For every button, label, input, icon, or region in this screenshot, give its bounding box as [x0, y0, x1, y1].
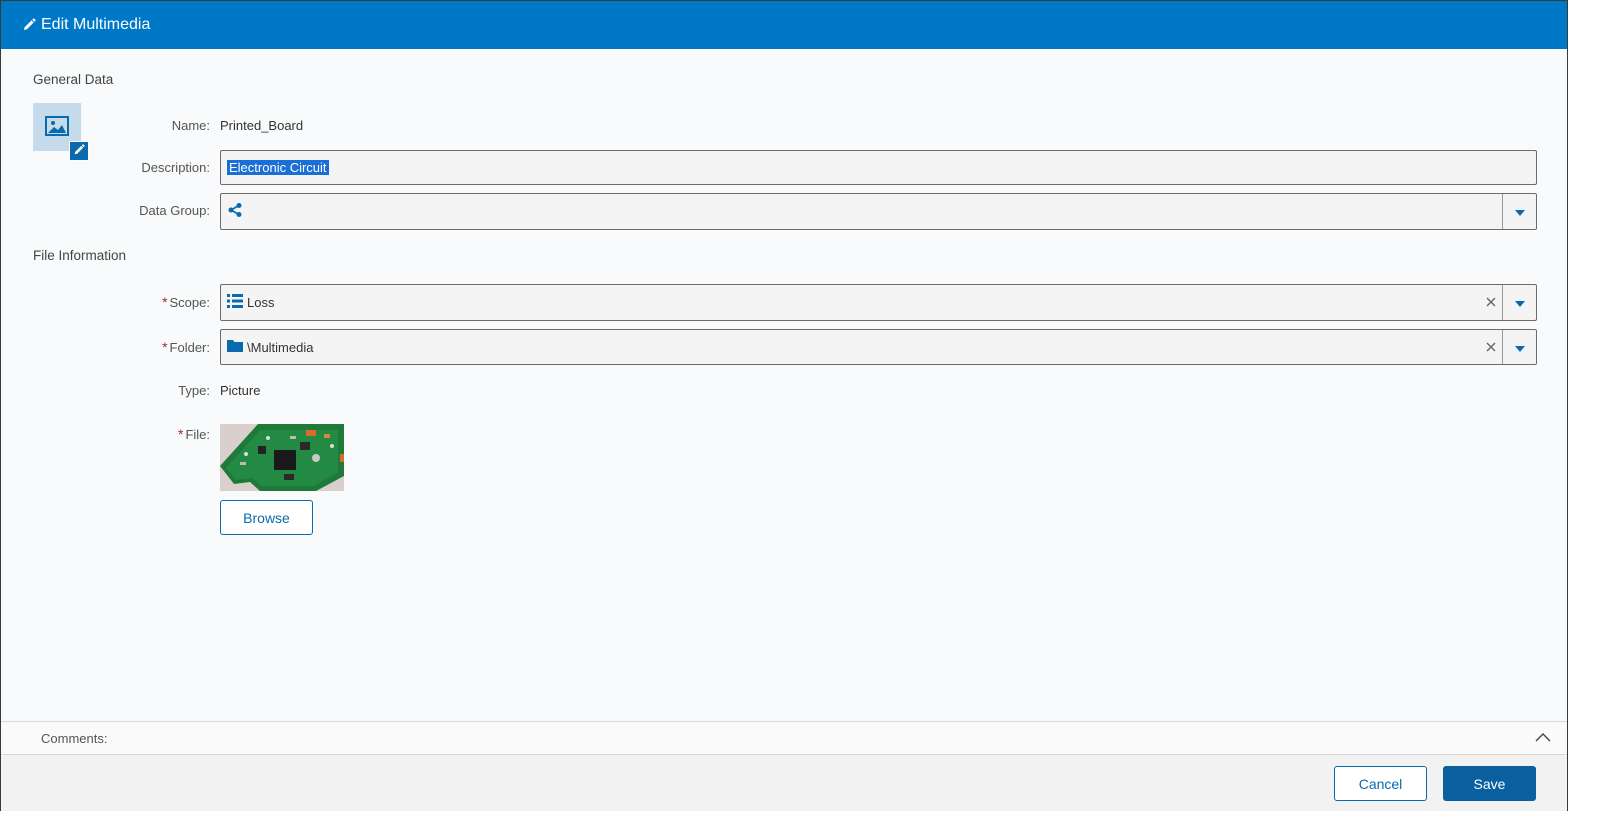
comments-label: Comments:: [41, 731, 108, 746]
file-label-text: File:: [185, 427, 210, 442]
browse-button[interactable]: Browse: [220, 500, 313, 535]
list-icon: [227, 294, 243, 311]
dialog-title: Edit Multimedia: [41, 16, 151, 33]
type-label: Type:: [178, 383, 210, 398]
folder-label: * Folder:: [162, 339, 210, 355]
required-marker: *: [162, 294, 168, 310]
folder-select[interactable]: \Multimedia: [220, 329, 1537, 365]
required-marker: *: [162, 339, 168, 355]
folder-icon: [227, 339, 243, 355]
scope-dropdown-button[interactable]: [1502, 285, 1536, 320]
scope-label-text: Scope:: [169, 295, 210, 310]
caret-down-icon: [1514, 204, 1525, 219]
scope-clear-button[interactable]: [1480, 285, 1502, 320]
scope-select[interactable]: Loss: [220, 284, 1537, 321]
scope-label: * Scope:: [162, 294, 210, 310]
caret-down-icon: [1514, 295, 1525, 310]
description-input[interactable]: Electronic Circuit: [220, 150, 1537, 185]
file-preview-image: [220, 424, 344, 491]
chevron-up-icon[interactable]: [1535, 730, 1551, 745]
general-data-heading: General Data: [33, 72, 114, 87]
required-marker: *: [177, 426, 184, 442]
data-group-select[interactable]: [220, 193, 1537, 230]
name-label: Name:: [171, 118, 210, 133]
description-value: Electronic Circuit: [227, 160, 329, 175]
save-button[interactable]: Save: [1443, 766, 1536, 801]
folder-clear-button[interactable]: [1480, 330, 1502, 364]
pencil-icon: [73, 143, 85, 159]
caret-down-icon: [1514, 340, 1525, 355]
image-icon: [45, 115, 69, 139]
edit-multimedia-dialog: Edit Multimedia General Data Name: Print…: [0, 0, 1568, 811]
data-group-label: Data Group:: [139, 203, 210, 218]
scope-value: Loss: [247, 295, 275, 310]
description-label: Description:: [141, 160, 210, 175]
name-value: Printed_Board: [220, 118, 304, 133]
share-nodes-icon: [227, 202, 243, 221]
close-icon: [1486, 294, 1496, 311]
pencil-icon: [22, 18, 36, 32]
close-icon: [1486, 339, 1496, 356]
file-information-heading: File Information: [33, 248, 127, 263]
folder-dropdown-button[interactable]: [1502, 330, 1536, 364]
dialog-footer: Cancel Save: [1, 754, 1567, 811]
folder-value: \Multimedia: [247, 339, 314, 355]
cancel-button[interactable]: Cancel: [1334, 766, 1427, 801]
dialog-titlebar: Edit Multimedia: [1, 1, 1567, 49]
data-group-dropdown-button[interactable]: [1502, 194, 1536, 229]
file-label: * File:: [178, 426, 210, 442]
folder-label-text: Folder:: [169, 340, 210, 355]
comments-panel[interactable]: Comments:: [1, 721, 1567, 754]
edit-thumbnail-button[interactable]: [69, 141, 89, 161]
type-value: Picture: [220, 383, 261, 398]
